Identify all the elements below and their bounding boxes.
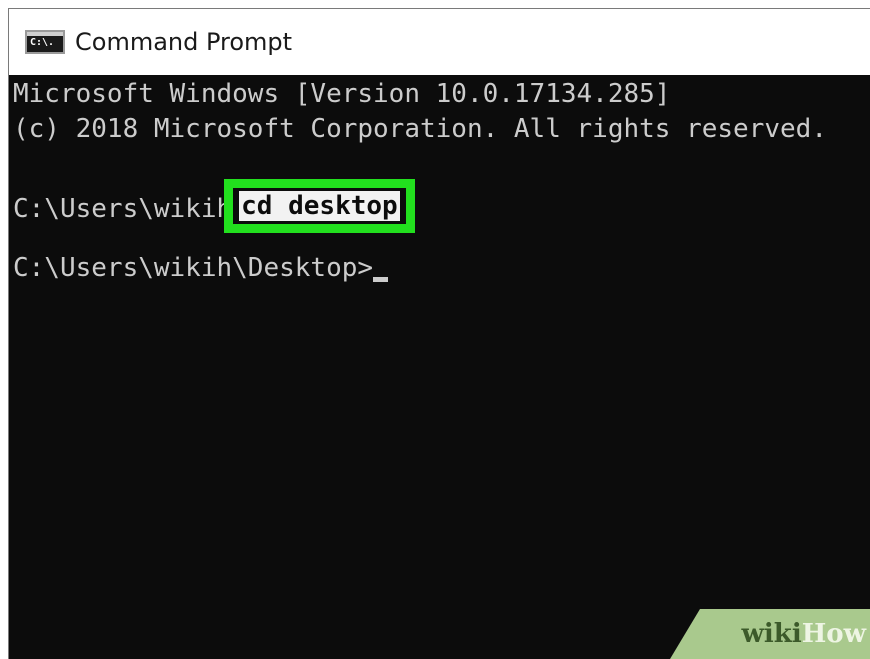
typed-command: cd desktop	[239, 191, 400, 221]
icon-label: C:\.	[30, 37, 55, 48]
icon-titlebar-strip	[27, 32, 63, 36]
title-bar[interactable]: C:\. Command Prompt	[9, 9, 870, 75]
watermark-wiki: wiki	[741, 619, 802, 649]
prompt-path: C:\Users\wikih	[13, 194, 233, 224]
current-prompt-path: C:\Users\wikih\Desktop>	[13, 253, 374, 283]
command-prompt-icon: C:\.	[25, 30, 65, 54]
console-line-version: Microsoft Windows [Version 10.0.17134.28…	[13, 79, 671, 109]
window-title: Command Prompt	[75, 28, 293, 56]
command-highlight-box: cd desktop	[224, 179, 415, 233]
wikihow-watermark: wiki How	[670, 609, 870, 659]
console-line-command: C:\Users\wikih cd desktop	[13, 179, 415, 233]
console-line-current-prompt[interactable]: C:\Users\wikih\Desktop>	[13, 251, 389, 285]
command-prompt-window: C:\. Command Prompt Microsoft Windows [V…	[8, 8, 870, 659]
watermark-how: How	[801, 619, 866, 649]
text-cursor	[373, 277, 389, 282]
console-line-copyright: (c) 2018 Microsoft Corporation. All righ…	[13, 114, 827, 144]
console-output-area[interactable]: Microsoft Windows [Version 10.0.17134.28…	[9, 75, 870, 659]
